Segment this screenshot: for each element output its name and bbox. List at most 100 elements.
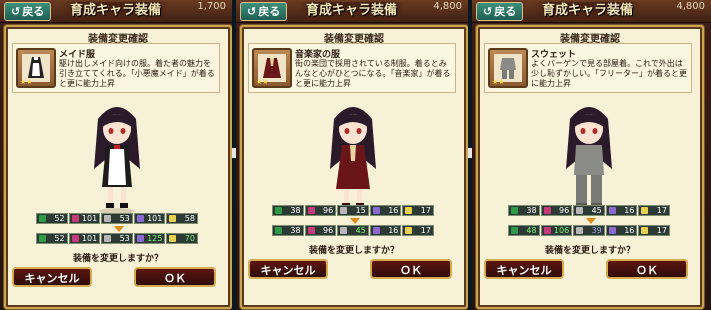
stat-cell: 96 [304, 205, 337, 216]
sword-icon [71, 215, 79, 222]
top-bar: ↺ 戻る 育成キャラ装備 4,800 [236, 0, 468, 23]
back-arrow-icon: ↺ [483, 5, 493, 18]
sweatsuit-icon: ★★ [488, 48, 528, 88]
stat-cell: 17 [638, 205, 670, 216]
screen-panel-1: ↺ 戻る 育成キャラ装備 1,700 装備変更確認 ★★ メイド服 駆け出しメイ… [0, 0, 232, 310]
sword-icon [71, 235, 79, 242]
back-button[interactable]: ↺ 戻る [4, 2, 52, 21]
stat-cell: 16 [369, 225, 402, 236]
back-label: 戻る [494, 5, 517, 18]
stat-cell: 17 [638, 225, 670, 236]
stat-cell: 96 [304, 225, 337, 236]
confirm-question: 装備を変更しますか？ [544, 246, 635, 256]
attack-gem-icon [275, 227, 282, 234]
stat-cell: 101 [68, 233, 101, 244]
top-bar: ↺ 戻る 育成キャラ装備 1,700 [0, 0, 232, 23]
coin-count: 1,700 [197, 1, 226, 12]
shield-icon [608, 207, 616, 214]
heart-icon [340, 207, 348, 214]
attack-gem-icon [511, 227, 518, 234]
stats-after-row: 48 106 39 16 17 [508, 225, 670, 236]
stat-cell: 16 [369, 205, 402, 216]
screen-title: 育成キャラ装備 [534, 2, 642, 20]
top-bar: ↺ 戻る 育成キャラ装備 4,800 [472, 0, 711, 23]
stat-cell: 52 [36, 213, 68, 224]
ok-button[interactable]: ＯＫ [370, 259, 452, 279]
change-arrow-icon [350, 218, 360, 224]
coin-count: 4,800 [433, 1, 462, 12]
stat-cell: 38 [272, 225, 304, 236]
back-button[interactable]: ↺ 戻る [240, 2, 288, 21]
back-button[interactable]: ↺ 戻る [476, 2, 524, 21]
sword-icon [543, 207, 551, 214]
stat-cell: 53 [101, 233, 133, 244]
stat-cell: 58 [166, 213, 198, 224]
stats-before-row: 38 96 15 16 17 [272, 205, 434, 216]
shield-icon [372, 227, 380, 234]
stat-cell: 15 [337, 205, 369, 216]
sword-icon [307, 227, 315, 234]
stat-cell: 17 [402, 225, 434, 236]
equip-confirm-dialog: 装備変更確認 ★★ メイド服 駆け出しメイド向けの服。着た者の魅力を引き立ててく… [4, 25, 232, 309]
back-label: 戻る [258, 5, 281, 18]
rarity-stars: ★★ [492, 78, 505, 86]
coin-count: 4,800 [676, 1, 705, 12]
stat-cell: 48 [508, 225, 540, 236]
musician-uniform-icon: ★★ [252, 48, 292, 88]
shield-icon [136, 235, 144, 242]
back-arrow-icon: ↺ [11, 5, 21, 18]
stat-cell: 96 [540, 205, 573, 216]
stats-before-row: 38 96 45 16 17 [508, 205, 670, 216]
change-arrow-icon [114, 226, 124, 232]
sword-icon [307, 207, 315, 214]
shield-icon [608, 227, 616, 234]
attack-gem-icon [511, 207, 518, 214]
stat-cell: 38 [272, 205, 304, 216]
star-icon [641, 227, 649, 234]
stat-cell: 16 [605, 225, 638, 236]
shield-icon [372, 207, 380, 214]
star-icon [169, 235, 177, 242]
stat-cell: 17 [402, 205, 434, 216]
stat-cell: 52 [36, 233, 68, 244]
item-info-box: ★★ メイド服 駆け出しメイド向けの服。着た者の魅力を引き立ててくれる。「小悪魔… [12, 43, 220, 93]
character-preview [84, 99, 150, 219]
star-icon [641, 207, 649, 214]
rarity-stars: ★★ [256, 78, 269, 86]
star-icon [405, 207, 413, 214]
item-info-box: ★★ 音楽家の服 街の楽団で採用されている制服。着るとみんなと心がひとつになる。… [248, 43, 456, 93]
equip-confirm-dialog: 装備変更確認 ★★ 音楽家の服 街の楽団で採用されている制服。着るとみんなと心が… [240, 25, 468, 309]
ok-button[interactable]: ＯＫ [134, 267, 216, 287]
attack-gem-icon [39, 235, 46, 242]
cancel-button[interactable]: キャンセル [484, 259, 564, 279]
maid-dress-icon: ★★ [16, 48, 56, 88]
cancel-button[interactable]: キャンセル [248, 259, 328, 279]
attack-gem-icon [39, 215, 46, 222]
change-arrow-icon [586, 218, 596, 224]
stat-cell: 101 [68, 213, 101, 224]
sword-icon [543, 227, 551, 234]
heart-icon [576, 207, 584, 214]
item-description: 街の楽団で採用されている制服。着るとみんなと心がひとつになる。「音楽家」が着ると… [295, 59, 451, 88]
shield-icon [136, 215, 144, 222]
character-preview [320, 99, 386, 219]
item-info-box: ★★ スウェット よくバーゲンで見る部屋着。これで外出は少し恥ずかしい。「フリー… [484, 43, 692, 93]
stat-cell: 45 [573, 205, 605, 216]
star-icon [169, 215, 177, 222]
heart-icon [104, 215, 112, 222]
attack-gem-icon [275, 207, 282, 214]
stat-cell: 70 [166, 233, 198, 244]
stats-before-row: 52 101 53 101 58 [36, 213, 198, 224]
stat-cell: 39 [573, 225, 605, 236]
stat-cell: 38 [508, 205, 540, 216]
stat-cell: 106 [540, 225, 573, 236]
heart-icon [576, 227, 584, 234]
stat-cell: 53 [101, 213, 133, 224]
item-description: 駆け出しメイド向けの服。着た者の魅力を引き立ててくれる。「小悪魔メイド」が着ると… [59, 59, 215, 88]
ok-button[interactable]: ＯＫ [606, 259, 688, 279]
star-icon [405, 227, 413, 234]
stat-cell: 16 [605, 205, 638, 216]
screen-title: 育成キャラ装備 [298, 2, 406, 20]
cancel-button[interactable]: キャンセル [12, 267, 92, 287]
stats-after-row: 52 101 53 125 70 [36, 233, 198, 244]
